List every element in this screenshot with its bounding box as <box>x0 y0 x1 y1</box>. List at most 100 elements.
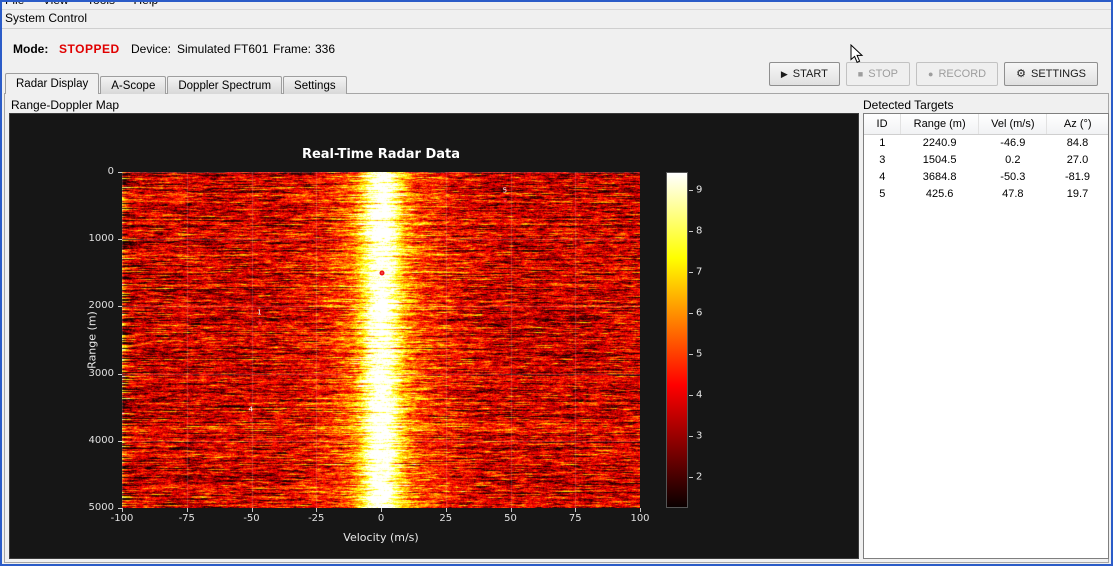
table-cell: 47.8 <box>979 185 1047 202</box>
y-tick-label: 2000 <box>74 300 114 311</box>
x-tick-label: -100 <box>111 513 134 524</box>
mode-value: STOPPED <box>59 42 120 56</box>
y-tick-mark <box>118 306 122 307</box>
table-cell: 1 <box>864 134 901 151</box>
settings-button-label: SETTINGS <box>1031 68 1086 80</box>
y-tick-label: 0 <box>74 166 114 177</box>
table-row[interactable]: 31504.50.227.0 <box>864 151 1108 168</box>
x-tick-label: -25 <box>308 513 324 524</box>
mouse-cursor <box>850 44 864 64</box>
colorbar-tick-label: 9 <box>696 185 702 196</box>
x-tick-mark <box>640 508 641 512</box>
colorbar-tick-mark <box>689 313 693 314</box>
tab-settings[interactable]: Settings <box>283 76 347 94</box>
menu-tools[interactable]: Tools <box>87 2 115 10</box>
table-cell: 3684.8 <box>901 168 979 185</box>
y-tick-mark <box>118 441 122 442</box>
menu-view[interactable]: View <box>43 2 69 10</box>
table-cell: 84.8 <box>1047 134 1108 151</box>
x-tick-label: -50 <box>243 513 259 524</box>
target-marker-label: 4 <box>248 406 252 413</box>
colorbar-tick-label: 7 <box>696 267 702 278</box>
stop-button: ■ STOP <box>846 62 910 86</box>
control-bar: Mode: STOPPED Device: Simulated FT601 Fr… <box>2 29 1111 69</box>
record-button: ● RECORD <box>916 62 998 86</box>
colorbar-tick-label: 8 <box>696 226 702 237</box>
target-marker: 4 <box>248 417 253 422</box>
colorbar-tick-mark <box>689 272 693 273</box>
table-row[interactable]: 12240.9-46.984.8 <box>864 134 1108 151</box>
x-tick-label: 25 <box>439 513 452 524</box>
column-header[interactable]: Az (°) <box>1047 114 1108 134</box>
table-cell: -81.9 <box>1047 168 1108 185</box>
range-doppler-group-label: Range-Doppler Map <box>11 98 119 112</box>
device-label: Device: <box>131 42 171 56</box>
range-doppler-heatmap <box>122 172 640 508</box>
colorbar-tick-mark <box>689 477 693 478</box>
column-header[interactable]: ID <box>864 114 901 134</box>
target-marker: 1 <box>257 320 262 325</box>
tab-a-scope[interactable]: A-Scope <box>100 76 166 94</box>
table-cell: 425.6 <box>901 185 979 202</box>
record-button-label: RECORD <box>938 68 986 80</box>
y-tick-label: 5000 <box>74 502 114 513</box>
stop-icon: ■ <box>858 70 863 79</box>
x-tick-mark <box>316 508 317 512</box>
colorbar-tick-label: 6 <box>696 308 702 319</box>
x-tick-label: 50 <box>504 513 517 524</box>
y-tick-label: 1000 <box>74 233 114 244</box>
device-value: Simulated FT601 <box>177 42 268 56</box>
frame-label: Frame: <box>273 42 311 56</box>
tab-radar-display[interactable]: Radar Display <box>5 73 99 94</box>
column-header[interactable]: Vel (m/s) <box>979 114 1047 134</box>
button-row: ▶ START ■ STOP ● RECORD ⚙ SETTINGS <box>769 62 1098 86</box>
table-cell: 2240.9 <box>901 134 979 151</box>
settings-button[interactable]: ⚙ SETTINGS <box>1004 62 1098 86</box>
colorbar-tick-mark <box>689 354 693 355</box>
tab-doppler-spectrum[interactable]: Doppler Spectrum <box>167 76 282 94</box>
table-cell: 4 <box>864 168 901 185</box>
colorbar <box>666 172 688 508</box>
y-tick-mark <box>118 239 122 240</box>
colorbar-tick-mark <box>689 231 693 232</box>
colorbar-tick-label: 2 <box>696 472 702 483</box>
colorbar-tick-mark <box>689 436 693 437</box>
colorbar-tick-label: 3 <box>696 431 702 442</box>
y-tick-label: 3000 <box>74 368 114 379</box>
colorbar-tick-mark <box>689 395 693 396</box>
tab-content-pane: Range-Doppler Map Real-Time Radar Data 1… <box>4 93 1109 563</box>
table-row[interactable]: 43684.8-50.3-81.9 <box>864 168 1108 185</box>
menu-bar: File View Tools Help <box>2 2 1111 10</box>
menu-file[interactable]: File <box>5 2 24 10</box>
table-cell: 27.0 <box>1047 151 1108 168</box>
target-marker-label: 3 <box>379 260 383 267</box>
system-control-label: System Control <box>5 11 87 25</box>
table-cell: 3 <box>864 151 901 168</box>
menu-help[interactable]: Help <box>134 2 159 10</box>
x-tick-label: 75 <box>569 513 582 524</box>
table-cell: 0.2 <box>979 151 1047 168</box>
y-tick-mark <box>118 172 122 173</box>
target-marker-label: 5 <box>503 187 507 194</box>
x-tick-mark <box>122 508 123 512</box>
stop-button-label: STOP <box>868 68 898 80</box>
table-cell: 1504.5 <box>901 151 979 168</box>
table-row[interactable]: 5425.647.819.7 <box>864 185 1108 202</box>
table-cell: -46.9 <box>979 134 1047 151</box>
x-tick-mark <box>381 508 382 512</box>
x-tick-mark <box>252 508 253 512</box>
column-header[interactable]: Range (m) <box>901 114 979 134</box>
targets-table: IDRange (m)Vel (m/s)Az (°) 12240.9-46.98… <box>864 114 1108 202</box>
gear-icon: ⚙ <box>1016 69 1026 80</box>
start-button[interactable]: ▶ START <box>769 62 840 86</box>
record-icon: ● <box>928 70 933 79</box>
frame-value: 336 <box>315 42 335 56</box>
table-cell: 5 <box>864 185 901 202</box>
start-button-label: START <box>793 68 828 80</box>
play-icon: ▶ <box>781 70 788 79</box>
y-tick-label: 4000 <box>74 435 114 446</box>
table-cell: -50.3 <box>979 168 1047 185</box>
tab-bar: Radar DisplayA-ScopeDoppler SpectrumSett… <box>5 73 348 94</box>
colorbar-tick-mark <box>689 190 693 191</box>
app-window: File View Tools Help System Control Mode… <box>0 0 1113 566</box>
